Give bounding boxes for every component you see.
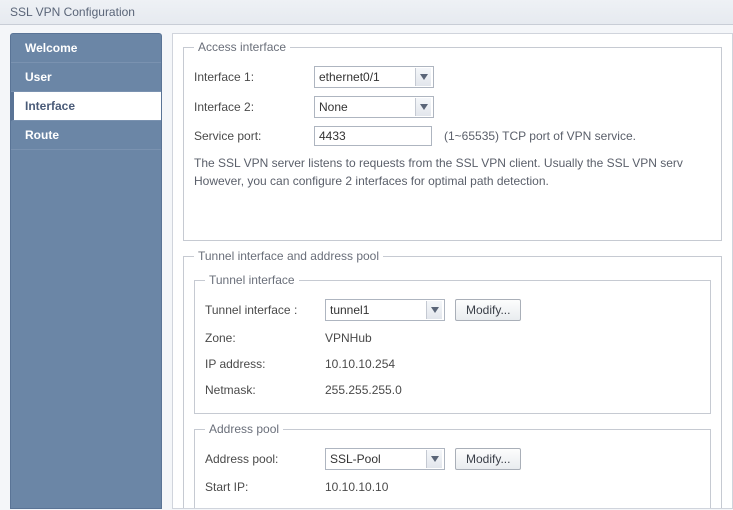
service-port-row: Service port: (1~65535) TCP port of VPN … [194,122,711,150]
address-pool-select[interactable]: SSL-Pool [325,448,445,470]
tunnel-ip-label: IP address: [205,357,325,371]
chevron-down-icon [426,450,442,468]
tunnel-interface-value: tunnel1 [330,303,369,317]
sidebar-item-interface[interactable]: Interface [11,92,161,121]
pool-end-row: End IP: 10.10.10.200 [205,500,700,509]
main-area: Welcome User Interface Route Access inte… [0,25,733,509]
interface1-value: ethernet0/1 [319,70,380,84]
pool-end-label: End IP: [205,506,325,509]
access-interface-description: The SSL VPN server listens to requests f… [194,154,711,190]
chevron-down-icon [415,68,431,86]
interface2-select[interactable]: None [314,96,434,118]
interface1-label: Interface 1: [194,70,314,84]
access-interface-group: Access interface Interface 1: ethernet0/… [183,40,722,241]
address-pool-value: SSL-Pool [330,452,381,466]
tunnel-mask-row: Netmask: 255.255.255.0 [205,377,700,403]
tunnel-interface-legend: Tunnel interface [205,273,299,287]
tunnel-ip-row: IP address: 10.10.10.254 [205,351,700,377]
window-title: SSL VPN Configuration [0,0,733,25]
chevron-down-icon [415,98,431,116]
tunnel-section-group: Tunnel interface and address pool Tunnel… [183,249,722,509]
address-pool-label: Address pool: [205,452,325,466]
tunnel-mask-value: 255.255.255.0 [325,383,402,397]
service-port-input[interactable] [314,126,432,146]
tunnel-zone-row: Zone: VPNHub [205,325,700,351]
sidebar-item-route[interactable]: Route [11,121,161,150]
interface2-label: Interface 2: [194,100,314,114]
pool-end-value: 10.10.10.200 [325,506,395,509]
tunnel-mask-label: Netmask: [205,383,325,397]
interface2-value: None [319,100,348,114]
pool-start-label: Start IP: [205,480,325,494]
tunnel-zone-value: VPNHub [325,331,372,345]
service-port-label: Service port: [194,129,314,143]
interface2-row: Interface 2: None [194,92,711,122]
service-port-hint: (1~65535) TCP port of VPN service. [444,129,636,143]
tunnel-interface-select[interactable]: tunnel1 [325,299,445,321]
pool-modify-button[interactable]: Modify... [455,448,521,470]
tunnel-interface-row: Tunnel interface : tunnel1 Modify... [205,295,700,325]
tunnel-modify-button[interactable]: Modify... [455,299,521,321]
address-pool-group: Address pool Address pool: SSL-Pool Modi… [194,422,711,509]
sidebar-item-user[interactable]: User [11,63,161,92]
chevron-down-icon [426,301,442,319]
pool-start-row: Start IP: 10.10.10.10 [205,474,700,500]
content-pane: Access interface Interface 1: ethernet0/… [162,33,733,509]
interface1-row: Interface 1: ethernet0/1 [194,62,711,92]
tunnel-zone-label: Zone: [205,331,325,345]
access-interface-legend: Access interface [194,40,290,54]
sidebar-item-welcome[interactable]: Welcome [11,34,161,63]
interface1-select[interactable]: ethernet0/1 [314,66,434,88]
address-pool-legend: Address pool [205,422,283,436]
sidebar: Welcome User Interface Route [10,33,162,509]
pool-start-value: 10.10.10.10 [325,480,388,494]
tunnel-interface-group: Tunnel interface Tunnel interface : tunn… [194,273,711,414]
content-scroll[interactable]: Access interface Interface 1: ethernet0/… [172,33,733,509]
tunnel-interface-label: Tunnel interface : [205,303,325,317]
tunnel-section-legend: Tunnel interface and address pool [194,249,383,263]
address-pool-row: Address pool: SSL-Pool Modify... [205,444,700,474]
tunnel-ip-value: 10.10.10.254 [325,357,395,371]
